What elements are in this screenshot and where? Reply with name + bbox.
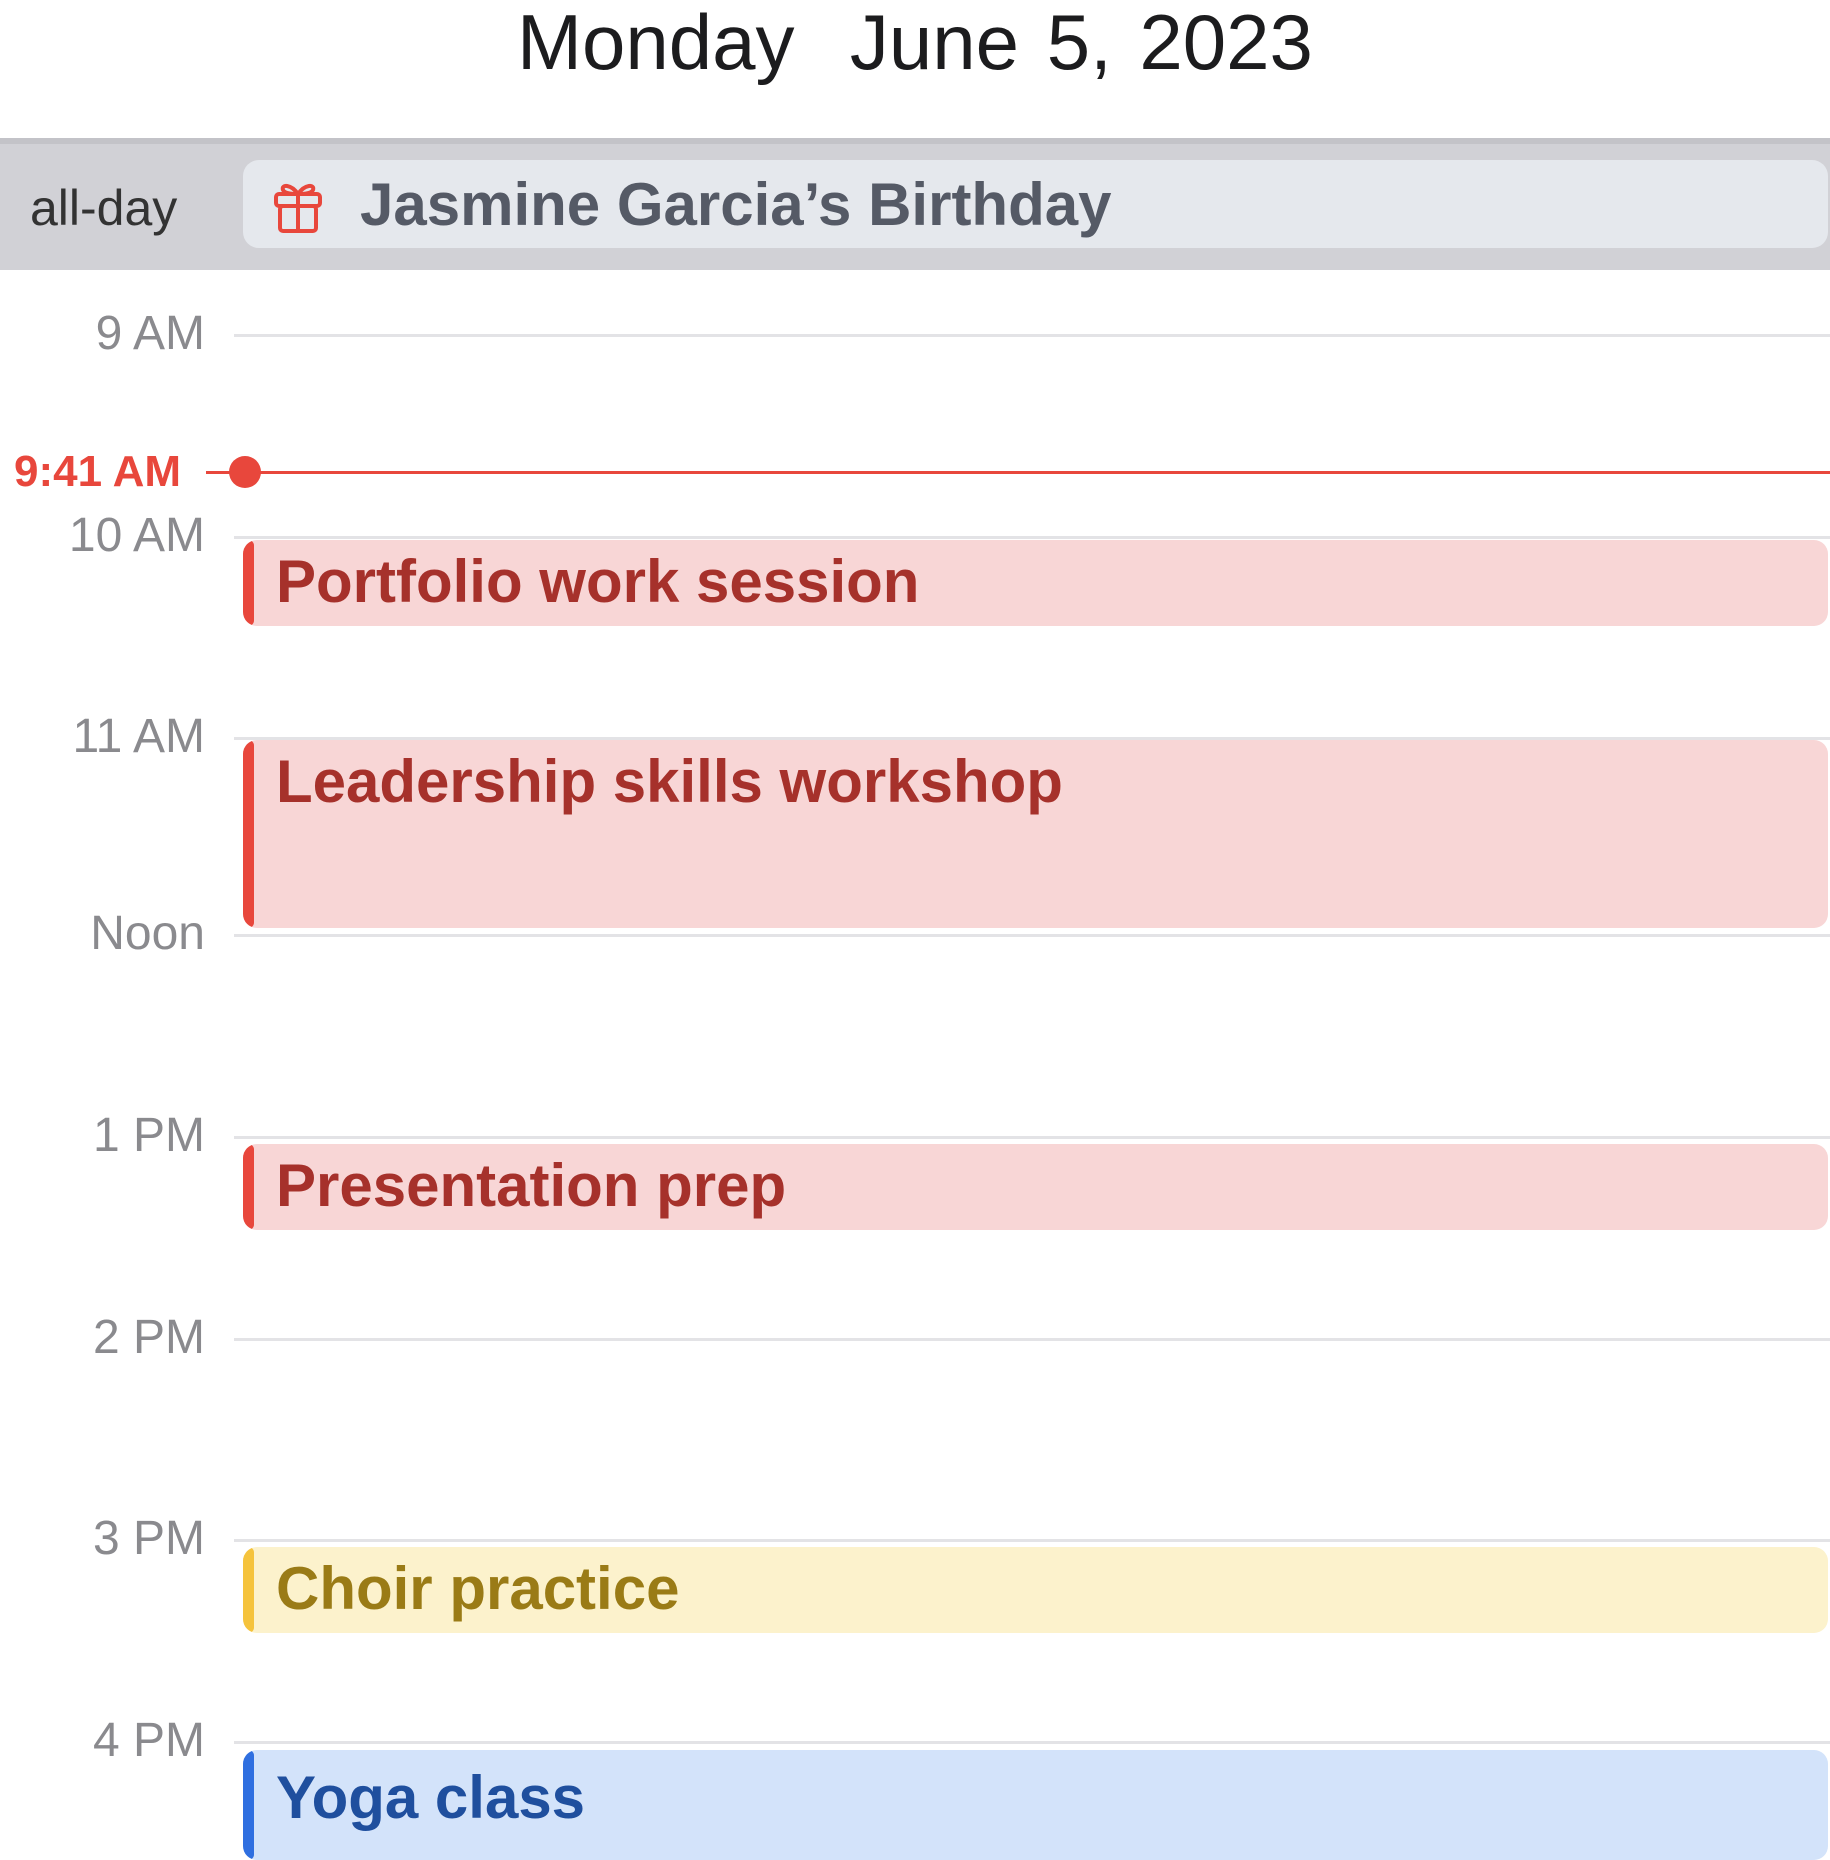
hour-gridline xyxy=(234,1741,1830,1744)
current-time-indicator: 9:41 AM xyxy=(0,442,1830,502)
event-choir-practice[interactable]: Choir practice xyxy=(243,1547,1828,1633)
day-timeline[interactable]: 9 AM 10 AM 11 AM Noon 1 PM 2 PM 3 PM 4 P… xyxy=(0,270,1830,1860)
hour-label: 1 PM xyxy=(92,1109,205,1162)
gift-icon xyxy=(273,180,323,234)
hour-label: 4 PM xyxy=(92,1714,205,1767)
event-color-bar xyxy=(243,1144,254,1230)
hour-label: 9 AM xyxy=(95,307,205,360)
event-leadership-skills-workshop[interactable]: Leadership skills workshop xyxy=(243,740,1828,928)
day-header: Monday June 5, 2023 xyxy=(0,0,1830,138)
event-color-bar xyxy=(243,540,254,626)
current-time-line xyxy=(246,471,1830,474)
all-day-event-birthday[interactable]: Jasmine Garcia’s Birthday xyxy=(243,160,1828,248)
current-time-dot xyxy=(229,456,261,488)
event-title: Leadership skills workshop xyxy=(276,748,1063,815)
hour-gridline xyxy=(234,934,1830,937)
all-day-event-title: Jasmine Garcia’s Birthday xyxy=(360,171,1112,238)
hour-label: 11 AM xyxy=(72,710,205,763)
event-title: Presentation prep xyxy=(276,1152,787,1219)
hour-gridline xyxy=(234,1539,1830,1542)
hour-label: 3 PM xyxy=(92,1512,205,1565)
event-title: Yoga class xyxy=(276,1764,586,1831)
event-yoga-class[interactable]: Yoga class xyxy=(243,1750,1828,1860)
current-time-dash xyxy=(206,471,230,474)
hour-row-2pm: 2 PM xyxy=(0,1308,1830,1368)
event-portfolio-work-session[interactable]: Portfolio work session xyxy=(243,540,1828,626)
event-title: Portfolio work session xyxy=(276,548,920,615)
event-title: Choir practice xyxy=(276,1555,680,1622)
hour-row-9am: 9 AM xyxy=(0,304,1830,364)
hour-gridline xyxy=(234,1136,1830,1139)
event-color-bar xyxy=(243,740,254,928)
current-time-label: 9:41 AM xyxy=(14,447,182,496)
hour-gridline xyxy=(234,536,1830,539)
event-color-bar xyxy=(243,1750,254,1860)
event-color-bar xyxy=(243,1547,254,1633)
event-presentation-prep[interactable]: Presentation prep xyxy=(243,1144,1828,1230)
hour-label: Noon xyxy=(90,907,205,960)
hour-gridline xyxy=(234,1338,1830,1341)
all-day-label: all-day xyxy=(30,180,178,236)
hour-gridline xyxy=(234,334,1830,337)
all-day-section: all-day Jasmine Garcia’s Birthday xyxy=(0,138,1830,270)
page-title: Monday June 5, 2023 xyxy=(517,0,1313,86)
hour-label: 10 AM xyxy=(68,509,205,562)
hour-label: 2 PM xyxy=(92,1311,205,1364)
